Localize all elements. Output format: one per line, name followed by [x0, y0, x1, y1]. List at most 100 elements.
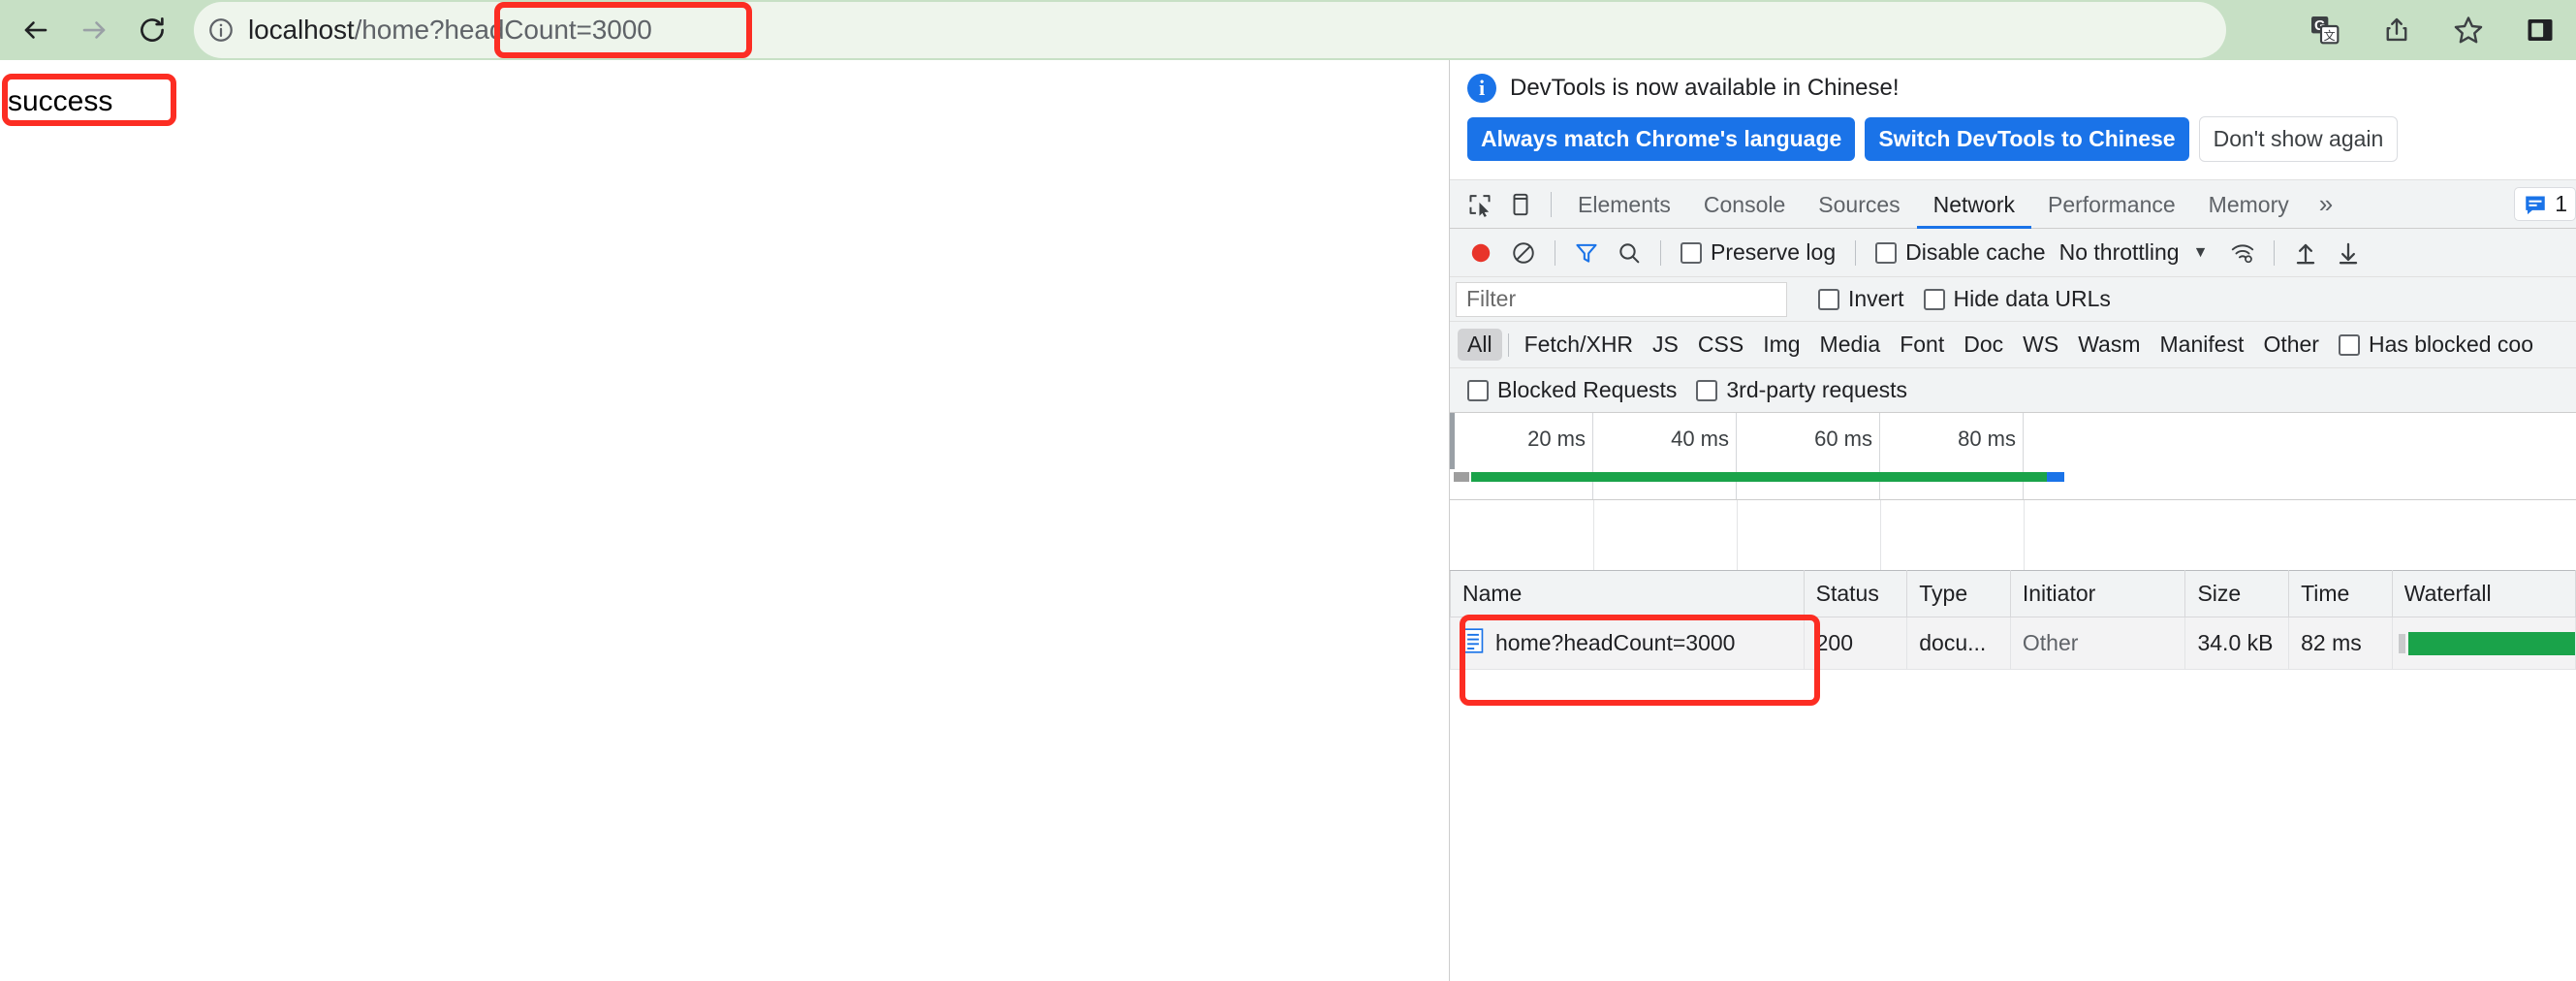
column-header-initiator[interactable]: Initiator	[2009, 570, 2186, 617]
type-chip-doc[interactable]: Doc	[1954, 329, 2013, 361]
column-header-type[interactable]: Type	[1906, 570, 2011, 617]
hide-data-urls-label: Hide data URLs	[1953, 286, 2111, 311]
download-arrow-icon[interactable]	[2327, 232, 2370, 274]
browser-toolbar: localhost/home?headCount=3000 G 文	[0, 0, 2576, 60]
tab-memory[interactable]: Memory	[2192, 180, 2306, 229]
disable-cache-checkbox[interactable]: Disable cache	[1866, 239, 2055, 266]
blocked-requests-checkbox[interactable]: Blocked Requests	[1458, 377, 1686, 403]
blocked-requests-box	[1467, 379, 1489, 401]
column-header-waterfall[interactable]: Waterfall	[2391, 570, 2576, 617]
hide-data-urls-box	[1923, 288, 1945, 310]
type-chip-css[interactable]: CSS	[1688, 329, 1753, 361]
devtools-language-banner: i DevTools is now available in Chinese! …	[1450, 60, 2576, 180]
share-icon[interactable]	[2361, 2, 2433, 58]
devtools-panel: i DevTools is now available in Chinese! …	[1449, 60, 2576, 981]
funnel-filter-icon[interactable]	[1565, 232, 1608, 274]
type-chip-js[interactable]: JS	[1643, 329, 1688, 361]
tab-elements[interactable]: Elements	[1561, 180, 1687, 229]
type-chip-ws[interactable]: WS	[2013, 329, 2068, 361]
table-row[interactable]: home?headCount=3000 200 docu... Other 34…	[1450, 617, 2576, 670]
chevron-down-icon[interactable]: ▼	[2180, 244, 2222, 262]
invert-checkbox[interactable]: Invert	[1808, 286, 1914, 312]
toolbar-divider-2	[1660, 239, 1661, 266]
type-chip-img[interactable]: Img	[1753, 329, 1809, 361]
preserve-log-box	[1681, 241, 1702, 264]
cell-initiator: Other	[2009, 617, 2186, 670]
resource-type-filters: All Fetch/XHR JS CSS Img Media Font Doc …	[1450, 322, 2576, 368]
url-path: /home?headCount=3000	[354, 15, 652, 45]
overview-tick-40ms: 40 ms	[1593, 413, 1737, 499]
message-count-badge[interactable]: 1	[2514, 187, 2576, 221]
column-header-status[interactable]: Status	[1803, 570, 1908, 617]
type-chip-other[interactable]: Other	[2253, 329, 2329, 361]
page-body-text: success	[8, 85, 113, 117]
type-chip-wasm[interactable]: Wasm	[2068, 329, 2150, 361]
translate-icon[interactable]: G 文	[2289, 2, 2361, 58]
overview-tick-60ms: 60 ms	[1737, 413, 1880, 499]
dont-show-again-button[interactable]: Don't show again	[2198, 116, 2399, 162]
disable-cache-box	[1875, 241, 1898, 264]
type-chip-font[interactable]: Font	[1890, 329, 1954, 361]
network-timeline-overview[interactable]: 20 ms 40 ms 60 ms 80 ms	[1450, 413, 2576, 500]
column-header-name[interactable]: Name	[1450, 570, 1805, 617]
type-chip-all[interactable]: All	[1458, 329, 1502, 361]
wifi-settings-icon[interactable]	[2221, 232, 2264, 274]
tabbar-divider	[1551, 191, 1552, 217]
url-text: localhost/home?headCount=3000	[248, 15, 652, 46]
navigation-buttons	[0, 2, 180, 58]
filter-input[interactable]	[1456, 281, 1787, 317]
has-blocked-cookies-checkbox[interactable]: Has blocked coo	[2329, 332, 2543, 358]
inspect-element-icon[interactable]	[1460, 183, 1500, 226]
network-requests-table: Name Status Type Initiator Size Time Wat…	[1450, 570, 2576, 670]
switch-devtools-language-button[interactable]: Switch DevTools to Chinese	[1865, 117, 2189, 161]
bookmark-star-icon[interactable]	[2433, 2, 2504, 58]
preserve-log-checkbox[interactable]: Preserve log	[1671, 239, 1845, 266]
cell-size: 34.0 kB	[2184, 617, 2290, 670]
url-host: localhost	[248, 15, 355, 45]
upload-arrow-icon[interactable]	[2284, 232, 2327, 274]
preserve-log-label: Preserve log	[1711, 239, 1837, 265]
address-bar[interactable]: localhost/home?headCount=3000	[194, 2, 2226, 58]
overview-bar-pending	[1454, 472, 1469, 482]
cell-type: docu...	[1906, 617, 2011, 670]
cell-waterfall	[2391, 617, 2576, 670]
forward-button[interactable]	[66, 2, 122, 58]
search-icon[interactable]	[1608, 232, 1650, 274]
always-match-language-button[interactable]: Always match Chrome's language	[1467, 117, 1856, 161]
column-header-time[interactable]: Time	[2288, 570, 2393, 617]
overview-tick-20ms: 20 ms	[1450, 413, 1593, 499]
overview-tick-80ms: 80 ms	[1880, 413, 2024, 499]
overview-bar-request	[1471, 472, 2047, 482]
tab-console[interactable]: Console	[1687, 180, 1802, 229]
throttling-select[interactable]: No throttling	[2056, 239, 2180, 266]
tab-network[interactable]: Network	[1916, 180, 2031, 229]
third-party-requests-label: 3rd-party requests	[1726, 377, 1908, 402]
reload-button[interactable]	[124, 2, 180, 58]
overview-gridlines: 20 ms 40 ms 60 ms 80 ms	[1450, 413, 2576, 499]
tab-sources[interactable]: Sources	[1802, 180, 1916, 229]
blocked-requests-row: Blocked Requests 3rd-party requests	[1450, 368, 2576, 413]
disable-cache-label: Disable cache	[1905, 239, 2046, 265]
clear-icon[interactable]	[1502, 232, 1545, 274]
side-panel-icon[interactable]	[2504, 2, 2576, 58]
site-info-icon[interactable]	[194, 16, 248, 44]
devtools-tabbar: Elements Console Sources Network Perform…	[1450, 180, 2576, 229]
back-button[interactable]	[8, 2, 64, 58]
hide-data-urls-checkbox[interactable]: Hide data URLs	[1914, 286, 2120, 312]
device-toolbar-icon[interactable]	[1500, 183, 1541, 226]
third-party-requests-box	[1696, 379, 1718, 401]
cell-name[interactable]: home?headCount=3000	[1450, 617, 1805, 670]
invert-label: Invert	[1848, 286, 1904, 311]
request-name: home?headCount=3000	[1495, 630, 1736, 655]
network-toolbar: Preserve log Disable cache No throttling…	[1450, 229, 2576, 277]
type-chip-fetch-xhr[interactable]: Fetch/XHR	[1515, 329, 1643, 361]
third-party-requests-checkbox[interactable]: 3rd-party requests	[1686, 377, 1917, 403]
column-header-size[interactable]: Size	[2184, 570, 2290, 617]
more-tabs-icon[interactable]: »	[2306, 189, 2346, 219]
record-stop-icon[interactable]	[1460, 232, 1502, 274]
type-chip-media[interactable]: Media	[1810, 329, 1891, 361]
message-count: 1	[2555, 191, 2567, 216]
banner-message: DevTools is now available in Chinese!	[1510, 75, 1900, 101]
type-chip-manifest[interactable]: Manifest	[2151, 329, 2254, 361]
tab-performance[interactable]: Performance	[2031, 180, 2192, 229]
